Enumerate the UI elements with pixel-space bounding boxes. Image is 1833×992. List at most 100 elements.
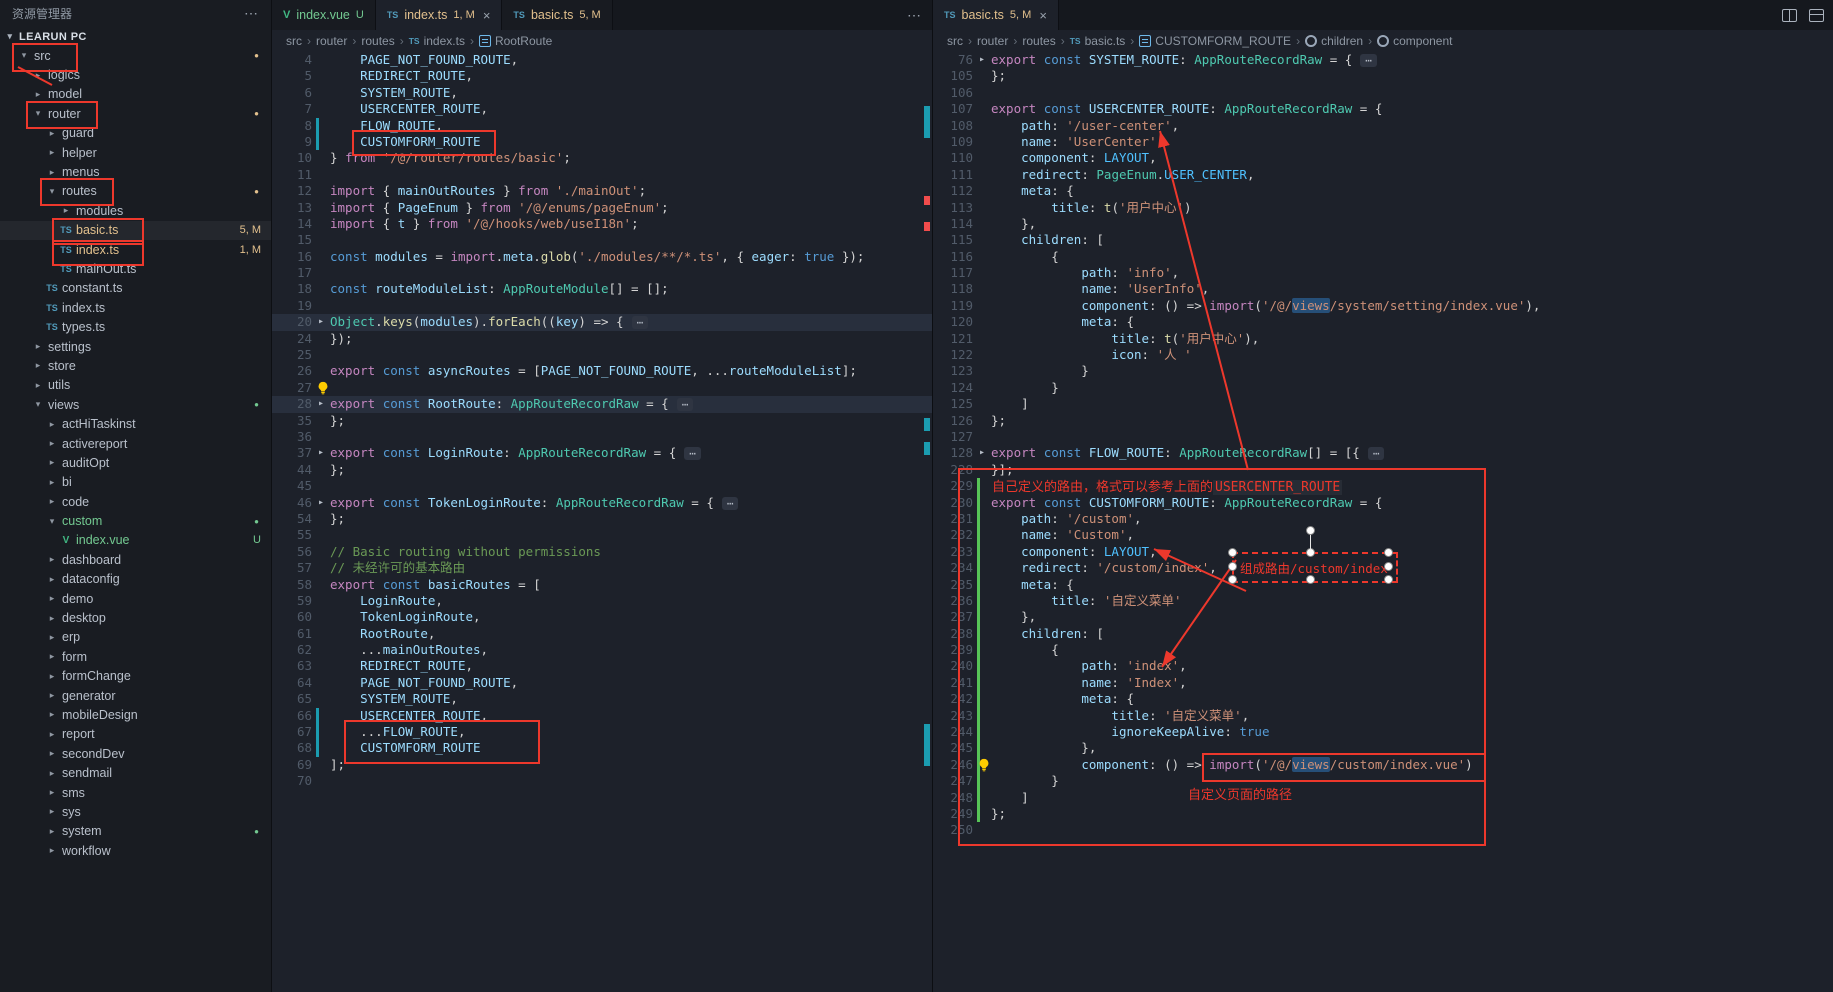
tree-item-sys[interactable]: ▸sys: [0, 802, 271, 821]
breadcrumb-item-src[interactable]: src: [286, 34, 302, 48]
code-line-55[interactable]: 55: [272, 527, 932, 543]
explorer-more-icon[interactable]: ⋯: [244, 5, 259, 22]
code-line-240[interactable]: 240 path: 'index',: [933, 658, 1833, 674]
tree-item-router[interactable]: ▾router●: [0, 104, 271, 123]
fold-chevron-icon[interactable]: ▸: [312, 495, 330, 511]
code-line-128[interactable]: 128▸export const FLOW_ROUTE: AppRouteRec…: [933, 445, 1833, 461]
code-line-7[interactable]: 7 USERCENTER_ROUTE,: [272, 101, 932, 117]
editor-layout-icon[interactable]: [1809, 9, 1824, 22]
breadcrumb-item-children[interactable]: children: [1305, 34, 1363, 48]
breadcrumb-item-routes[interactable]: routes: [361, 34, 394, 48]
code-line-68[interactable]: 68 CUSTOMFORM_ROUTE: [272, 740, 932, 756]
code-line-238[interactable]: 238 children: [: [933, 626, 1833, 642]
fold-chevron-icon[interactable]: ▸: [973, 52, 991, 68]
code-line-44[interactable]: 44};: [272, 462, 932, 478]
code-line-126[interactable]: 126};: [933, 413, 1833, 429]
code-line-113[interactable]: 113 title: t('用户中心'): [933, 200, 1833, 216]
breadcrumb-item-router[interactable]: router: [316, 34, 347, 48]
breadcrumb-item-router[interactable]: router: [977, 34, 1008, 48]
close-icon[interactable]: ×: [483, 8, 491, 23]
tree-item-auditOpt[interactable]: ▸auditOpt: [0, 453, 271, 472]
tree-item-sms[interactable]: ▸sms: [0, 783, 271, 802]
folded-region-badge[interactable]: ⋯: [722, 497, 739, 510]
code-line-112[interactable]: 112 meta: {: [933, 183, 1833, 199]
code-line-63[interactable]: 63 REDIRECT_ROUTE,: [272, 658, 932, 674]
close-icon[interactable]: ×: [1039, 8, 1047, 23]
code-line-242[interactable]: 242 meta: {: [933, 691, 1833, 707]
code-line-60[interactable]: 60 TokenLoginRoute,: [272, 609, 932, 625]
breadcrumb-item-CUSTOMFORM_ROUTE[interactable]: CUSTOMFORM_ROUTE: [1139, 34, 1291, 48]
code-line-228[interactable]: 228}];: [933, 462, 1833, 478]
tree-item-erp[interactable]: ▸erp: [0, 628, 271, 647]
code-line-127[interactable]: 127: [933, 429, 1833, 445]
code-line-232[interactable]: 232 name: 'Custom',: [933, 527, 1833, 543]
tree-item-actHiTaskinst[interactable]: ▸actHiTaskinst: [0, 414, 271, 433]
tree-item-views[interactable]: ▾views●: [0, 395, 271, 414]
tree-item-store[interactable]: ▸store: [0, 356, 271, 375]
fold-chevron-icon[interactable]: ▸: [312, 314, 330, 330]
tree-item-guard[interactable]: ▸guard: [0, 124, 271, 143]
tree-item-activereport[interactable]: ▸activereport: [0, 434, 271, 453]
code-line-247[interactable]: 247 }: [933, 773, 1833, 789]
code-line-122[interactable]: 122 icon: '人 ': [933, 347, 1833, 363]
code-line-9[interactable]: 9 CUSTOMFORM_ROUTE: [272, 134, 932, 150]
code-line-4[interactable]: 4 PAGE_NOT_FOUND_ROUTE,: [272, 52, 932, 68]
folded-region-badge[interactable]: ⋯: [1368, 447, 1385, 460]
tree-item-generator[interactable]: ▸generator: [0, 686, 271, 705]
folded-region-badge[interactable]: ⋯: [677, 398, 694, 411]
code-line-241[interactable]: 241 name: 'Index',: [933, 675, 1833, 691]
code-line-5[interactable]: 5 REDIRECT_ROUTE,: [272, 68, 932, 84]
breadcrumb-item-RootRoute[interactable]: RootRoute: [479, 34, 552, 48]
code-line-19[interactable]: 19: [272, 298, 932, 314]
tree-item-demo[interactable]: ▸demo: [0, 589, 271, 608]
fold-chevron-icon[interactable]: ▸: [312, 445, 330, 461]
code-line-231[interactable]: 231 path: '/custom',: [933, 511, 1833, 527]
code-line-248[interactable]: 248 ]: [933, 790, 1833, 806]
code-line-61[interactable]: 61 RootRoute,: [272, 626, 932, 642]
fold-chevron-icon[interactable]: ▸: [973, 445, 991, 461]
breadcrumb-item-routes[interactable]: routes: [1022, 34, 1055, 48]
tree-item-src[interactable]: ▾src●: [0, 46, 271, 65]
code-line-57[interactable]: 57// 未经许可的基本路由: [272, 560, 932, 576]
tree-item-workflow[interactable]: ▸workflow: [0, 841, 271, 860]
tree-item-index.ts[interactable]: TSindex.ts: [0, 298, 271, 317]
code-line-24[interactable]: 24});: [272, 331, 932, 347]
code-line-236[interactable]: 236 title: '自定义菜单': [933, 593, 1833, 609]
code-line-106[interactable]: 106: [933, 85, 1833, 101]
code-line-108[interactable]: 108 path: '/user-center',: [933, 118, 1833, 134]
code-line-230[interactable]: 230export const CUSTOMFORM_ROUTE: AppRou…: [933, 495, 1833, 511]
code-line-115[interactable]: 115 children: [: [933, 232, 1833, 248]
code-line-109[interactable]: 109 name: 'UserCenter',: [933, 134, 1833, 150]
tree-item-modules[interactable]: ▸modules: [0, 201, 271, 220]
code-line-245[interactable]: 245 },: [933, 740, 1833, 756]
tree-item-helper[interactable]: ▸helper: [0, 143, 271, 162]
tab-basic.ts[interactable]: TSbasic.ts5, M×: [933, 0, 1059, 30]
folded-region-badge[interactable]: ⋯: [632, 316, 649, 329]
code-line-249[interactable]: 249};: [933, 806, 1833, 822]
code-line-37[interactable]: 37▸export const LoginRoute: AppRouteReco…: [272, 445, 932, 461]
code-line-15[interactable]: 15: [272, 232, 932, 248]
code-line-123[interactable]: 123 }: [933, 363, 1833, 379]
tree-item-custom[interactable]: ▾custom●: [0, 511, 271, 530]
tree-item-settings[interactable]: ▸settings: [0, 337, 271, 356]
tree-item-model[interactable]: ▸model: [0, 85, 271, 104]
code-line-65[interactable]: 65 SYSTEM_ROUTE,: [272, 691, 932, 707]
code-line-70[interactable]: 70: [272, 773, 932, 789]
code-editor-index-ts[interactable]: 4 PAGE_NOT_FOUND_ROUTE,5 REDIRECT_ROUTE,…: [272, 52, 932, 992]
breadcrumb-item-component[interactable]: component: [1377, 34, 1452, 48]
code-line-17[interactable]: 17: [272, 265, 932, 281]
breadcrumb-item-src[interactable]: src: [947, 34, 963, 48]
code-line-235[interactable]: 235 meta: {: [933, 577, 1833, 593]
breadcrumb-item-basic.ts[interactable]: TSbasic.ts: [1070, 34, 1126, 48]
code-line-35[interactable]: 35};: [272, 413, 932, 429]
code-line-11[interactable]: 11: [272, 167, 932, 183]
code-line-69[interactable]: 69];: [272, 757, 932, 773]
code-line-18[interactable]: 18const routeModuleList: AppRouteModule[…: [272, 281, 932, 297]
code-line-119[interactable]: 119 component: () => import('/@/views/sy…: [933, 298, 1833, 314]
tree-item-index.vue[interactable]: Vindex.vueU: [0, 531, 271, 550]
split-editor-icon[interactable]: [1782, 9, 1797, 22]
tab-index.ts[interactable]: TSindex.ts1, M×: [376, 0, 503, 30]
code-line-56[interactable]: 56// Basic routing without permissions: [272, 544, 932, 560]
code-line-14[interactable]: 14import { t } from '/@/hooks/web/useI18…: [272, 216, 932, 232]
code-line-116[interactable]: 116 {: [933, 249, 1833, 265]
